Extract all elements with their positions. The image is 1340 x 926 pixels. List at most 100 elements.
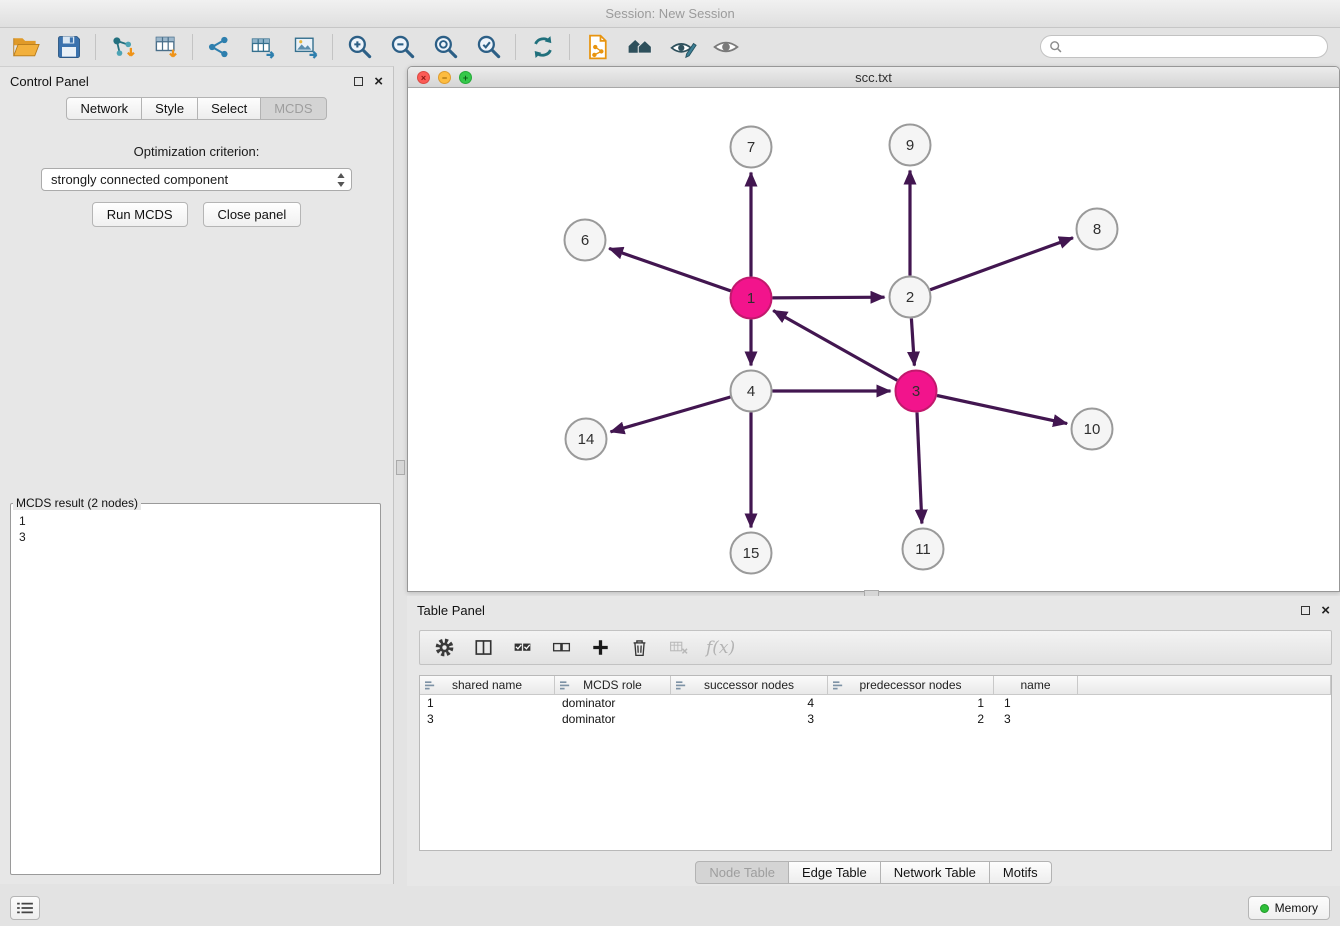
- memory-button[interactable]: Memory: [1248, 896, 1330, 920]
- float-panel-icon[interactable]: [1301, 606, 1310, 615]
- mcds-result-list[interactable]: 1 3: [11, 510, 380, 548]
- import-table-button[interactable]: [144, 30, 187, 64]
- mcds-result-line: 3: [19, 529, 372, 545]
- cell-mcds-role[interactable]: dominator: [555, 712, 671, 726]
- export-network-button[interactable]: [198, 30, 241, 64]
- table-panel-title: Table Panel: [417, 603, 485, 618]
- cell-name[interactable]: 1: [994, 696, 1078, 710]
- tab-motifs[interactable]: Motifs: [989, 861, 1052, 884]
- graph-edge-1-6[interactable]: [609, 248, 731, 291]
- graph-node-3[interactable]: 3: [896, 371, 937, 412]
- home-button[interactable]: [618, 30, 661, 64]
- zoom-out-button[interactable]: [381, 30, 424, 64]
- document-share-button[interactable]: [575, 30, 618, 64]
- criterion-dropdown[interactable]: strongly connected component: [41, 168, 352, 191]
- delete-column-button[interactable]: [628, 637, 650, 659]
- tab-edge-table[interactable]: Edge Table: [788, 861, 881, 884]
- column-header-label: name: [1020, 678, 1050, 692]
- graph-edge-3-11[interactable]: [917, 413, 922, 524]
- window-zoom-icon[interactable]: +: [459, 71, 472, 84]
- deselect-all-button[interactable]: [550, 637, 572, 659]
- graph-edge-3-1[interactable]: [773, 311, 897, 381]
- svg-text:3: 3: [912, 383, 920, 400]
- tab-node-table[interactable]: Node Table: [695, 861, 789, 884]
- cell-name[interactable]: 3: [994, 712, 1078, 726]
- tab-mcds[interactable]: MCDS: [260, 97, 326, 120]
- toolbar-separator: [192, 34, 193, 60]
- window-close-icon[interactable]: ×: [417, 71, 430, 84]
- table-row[interactable]: 3 dominator 3 2 3: [420, 711, 1331, 727]
- zoom-selected-icon: [475, 33, 503, 61]
- network-canvas[interactable]: 7 9 6 8 1 2 4 3 14 10 15 11: [408, 88, 1339, 591]
- graph-node-10[interactable]: 10: [1072, 409, 1113, 450]
- table-settings-button[interactable]: [433, 637, 455, 659]
- search-input[interactable]: [1068, 40, 1319, 54]
- zoom-fit-button[interactable]: [424, 30, 467, 64]
- export-image-button[interactable]: [284, 30, 327, 64]
- cell-predecessor-nodes[interactable]: 2: [828, 712, 994, 726]
- export-table-button[interactable]: [241, 30, 284, 64]
- zoom-in-button[interactable]: [338, 30, 381, 64]
- graph-node-2[interactable]: 2: [890, 277, 931, 318]
- tab-select[interactable]: Select: [197, 97, 261, 120]
- open-session-button[interactable]: [4, 30, 47, 64]
- eye-button[interactable]: [704, 30, 747, 64]
- tab-network-table[interactable]: Network Table: [880, 861, 990, 884]
- window-minimize-icon[interactable]: −: [438, 71, 451, 84]
- cell-mcds-role[interactable]: dominator: [555, 696, 671, 710]
- graph-node-6[interactable]: 6: [565, 220, 606, 261]
- graph-edge-2-3[interactable]: [911, 319, 914, 366]
- cell-predecessor-nodes[interactable]: 1: [828, 696, 994, 710]
- run-mcds-button[interactable]: Run MCDS: [92, 202, 188, 227]
- close-panel-button[interactable]: Close panel: [203, 202, 302, 227]
- table-row[interactable]: 1 dominator 4 1 1: [420, 695, 1331, 711]
- column-header-predecessor-nodes[interactable]: predecessor nodes: [828, 676, 994, 694]
- graph-edge-3-10[interactable]: [937, 396, 1067, 424]
- column-header-label: predecessor nodes: [859, 678, 961, 692]
- eye-edit-button[interactable]: [661, 30, 704, 64]
- control-panel-tabs: Network Style Select MCDS: [0, 97, 393, 120]
- delete-table-icon: [668, 637, 689, 658]
- network-window-titlebar[interactable]: × − + scc.txt: [408, 67, 1339, 88]
- graph-edge-4-14[interactable]: [611, 397, 731, 432]
- tab-style[interactable]: Style: [141, 97, 198, 120]
- column-header-shared-name[interactable]: shared name: [420, 676, 555, 694]
- select-all-button[interactable]: [511, 637, 533, 659]
- column-header-name[interactable]: name: [994, 676, 1078, 694]
- table-header-row: shared name MCDS role successor nodes pr…: [420, 676, 1331, 695]
- svg-text:2: 2: [906, 289, 914, 306]
- graph-node-14[interactable]: 14: [566, 419, 607, 460]
- graph-node-4[interactable]: 4: [731, 371, 772, 412]
- control-panel-title: Control Panel: [10, 74, 89, 89]
- cell-shared-name[interactable]: 3: [420, 712, 555, 726]
- column-header-successor-nodes[interactable]: successor nodes: [671, 676, 828, 694]
- graph-node-8[interactable]: 8: [1077, 209, 1118, 250]
- tab-network[interactable]: Network: [66, 97, 142, 120]
- trash-icon: [629, 637, 650, 658]
- zoom-selected-button[interactable]: [467, 30, 510, 64]
- import-network-button[interactable]: [101, 30, 144, 64]
- search-field[interactable]: [1040, 35, 1328, 58]
- vertical-splitter-handle[interactable]: [396, 460, 405, 475]
- graph-node-11[interactable]: 11: [903, 529, 944, 570]
- refresh-layout-button[interactable]: [521, 30, 564, 64]
- graph-edge-1-2[interactable]: [773, 297, 885, 298]
- cell-successor-nodes[interactable]: 3: [671, 712, 828, 726]
- close-panel-icon[interactable]: ×: [374, 74, 383, 89]
- graph-node-15[interactable]: 15: [731, 533, 772, 574]
- show-panels-button[interactable]: [10, 896, 40, 920]
- graph-node-9[interactable]: 9: [890, 125, 931, 166]
- save-session-button[interactable]: [47, 30, 90, 64]
- graph-node-7[interactable]: 7: [731, 127, 772, 168]
- add-column-button[interactable]: [589, 637, 611, 659]
- svg-text:1: 1: [747, 290, 755, 307]
- graph-edge-2-8[interactable]: [930, 238, 1073, 290]
- table-panel-tabs: Node Table Edge Table Network Table Moti…: [407, 861, 1340, 884]
- column-header-mcds-role[interactable]: MCDS role: [555, 676, 671, 694]
- show-columns-button[interactable]: [472, 637, 494, 659]
- graph-node-1[interactable]: 1: [731, 278, 772, 319]
- cell-shared-name[interactable]: 1: [420, 696, 555, 710]
- float-panel-icon[interactable]: [354, 77, 363, 86]
- close-panel-icon[interactable]: ×: [1321, 603, 1330, 618]
- cell-successor-nodes[interactable]: 4: [671, 696, 828, 710]
